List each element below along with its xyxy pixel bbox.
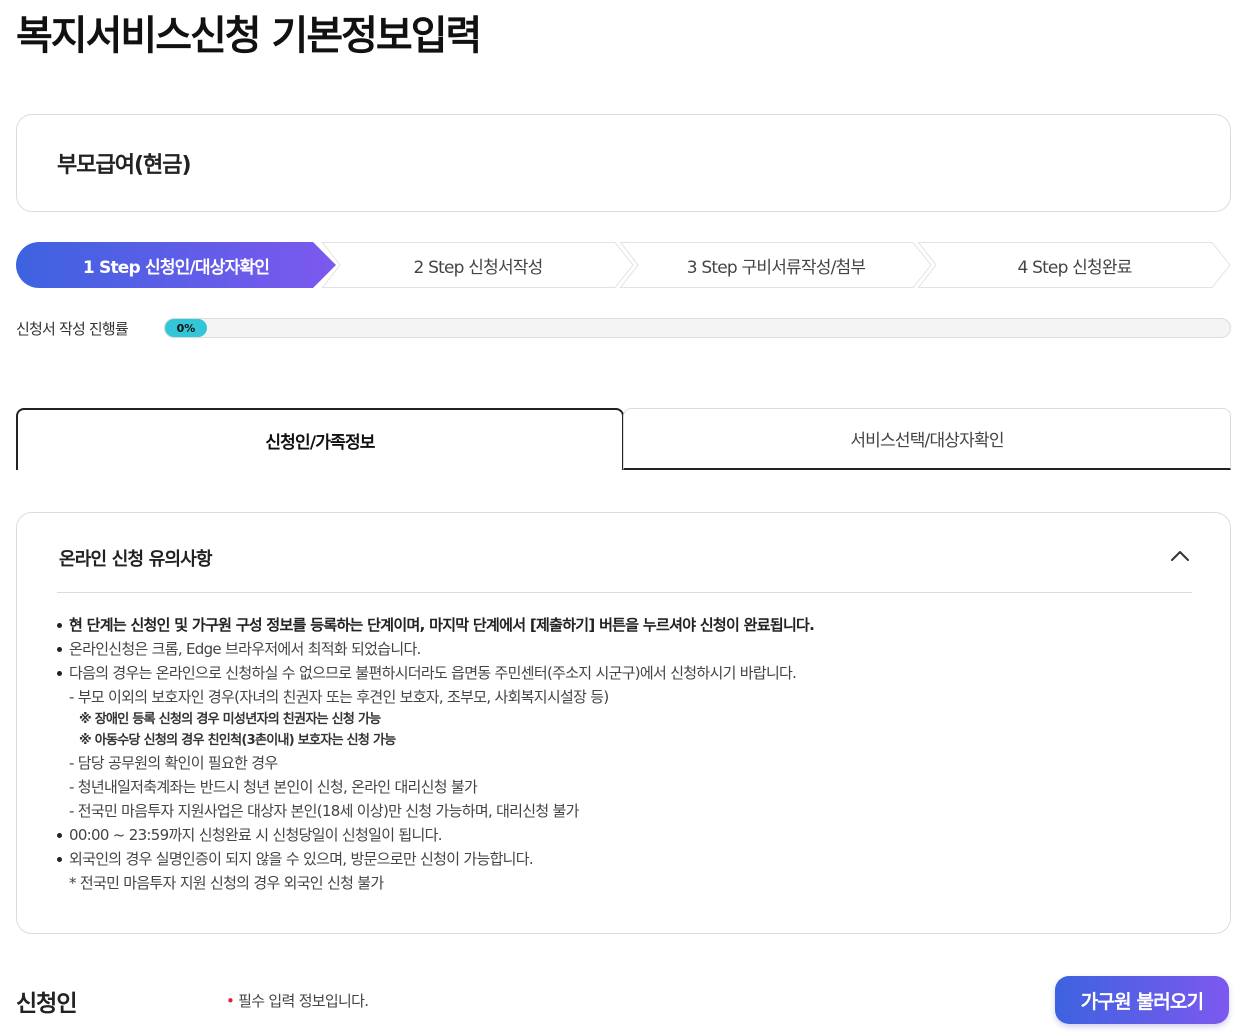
required-note: • 필수 입력 정보입니다. — [226, 990, 369, 1011]
notice-item: 00:00 ~ 23:59까지 신청완료 시 신청당일이 신청일이 됩니다. — [55, 823, 1205, 847]
notice-subitem: - 담당 공무원의 확인이 필요한 경우 — [69, 754, 278, 772]
notice-subitem: - 부모 이외의 보호자인 경우(자녀의 친권자 또는 후견인 보호자, 조부모… — [69, 688, 609, 706]
load-family-button[interactable]: 가구원 불러오기 — [1055, 976, 1229, 1024]
progress-track: 0% — [164, 318, 1231, 338]
notice-subitem: * 전국민 마음투자 지원 신청의 경우 외국인 신청 불가 — [69, 874, 384, 892]
step-3: 3 Step 구비서류작성/첨부 — [619, 242, 932, 288]
notice-title: 온라인 신청 유의사항 — [59, 549, 213, 570]
step-1-label: 1 Step 신청인/대상자확인 — [82, 257, 270, 278]
notice-item: 현 단계는 신청인 및 가구원 구성 정보를 등록하는 단계이며, 마지막 단계… — [55, 613, 1205, 637]
applicant-section-title: 신청인 — [16, 991, 77, 1017]
notice-subitem: - 청년내일저축계좌는 반드시 청년 본인이 신청, 온라인 대리신청 불가 — [69, 778, 478, 796]
service-name: 부모급여(현금) — [57, 153, 192, 178]
step-4: 4 Step 신청완료 — [917, 242, 1231, 288]
notice-item: 온라인신청은 크롬, Edge 브라우저에서 최적화 되었습니다. — [55, 637, 1205, 661]
progress-label: 신청서 작성 진행률 — [16, 320, 129, 338]
required-note-text: 필수 입력 정보입니다. — [238, 992, 369, 1010]
step-2-label: 2 Step 신청서작성 — [413, 257, 544, 278]
page-title: 복지서비스신청 기본정보입력 — [16, 13, 482, 59]
tab-service-select[interactable]: 서비스선택/대상자확인 — [623, 408, 1231, 470]
required-dot: • — [226, 992, 235, 1010]
step-1: 1 Step 신청인/대상자확인 — [16, 242, 336, 288]
tab-applicant-family[interactable]: 신청인/가족정보 — [16, 408, 624, 470]
step-3-label: 3 Step 구비서류작성/첨부 — [686, 257, 866, 278]
notice-list: 현 단계는 신청인 및 가구원 구성 정보를 등록하는 단계이며, 마지막 단계… — [55, 613, 1205, 895]
step-4-label: 4 Step 신청완료 — [1017, 257, 1132, 278]
progress-fill: 0% — [165, 319, 207, 337]
notice-item: 외국인의 경우 실명인증이 되지 않을 수 있으며, 방문으로만 신청이 가능합… — [55, 847, 1205, 871]
notice-subitem: - 전국민 마음투자 지원사업은 대상자 본인(18세 이상)만 신청 가능하며… — [69, 802, 579, 820]
notice-subnote: ※ 장애인 등록 신청의 경우 미성년자의 친권자는 신청 가능 — [79, 712, 381, 727]
step-2: 2 Step 신청서작성 — [321, 242, 634, 288]
step-progress-bar: 1 Step 신청인/대상자확인 2 Step 신청서작성 3 Step 구비서… — [16, 242, 1231, 288]
notice-box: 온라인 신청 유의사항 현 단계는 신청인 및 가구원 구성 정보를 등록하는 … — [16, 512, 1231, 934]
chevron-up-icon[interactable] — [1167, 543, 1193, 569]
notice-subnote: ※ 아동수당 신청의 경우 친인척(3촌이내) 보호자는 신청 가능 — [79, 733, 396, 748]
notice-divider — [57, 592, 1192, 593]
service-box: 부모급여(현금) — [16, 114, 1231, 212]
notice-item: 다음의 경우는 온라인으로 신청하실 수 없으므로 불편하시더라도 읍면동 주민… — [55, 661, 1205, 685]
